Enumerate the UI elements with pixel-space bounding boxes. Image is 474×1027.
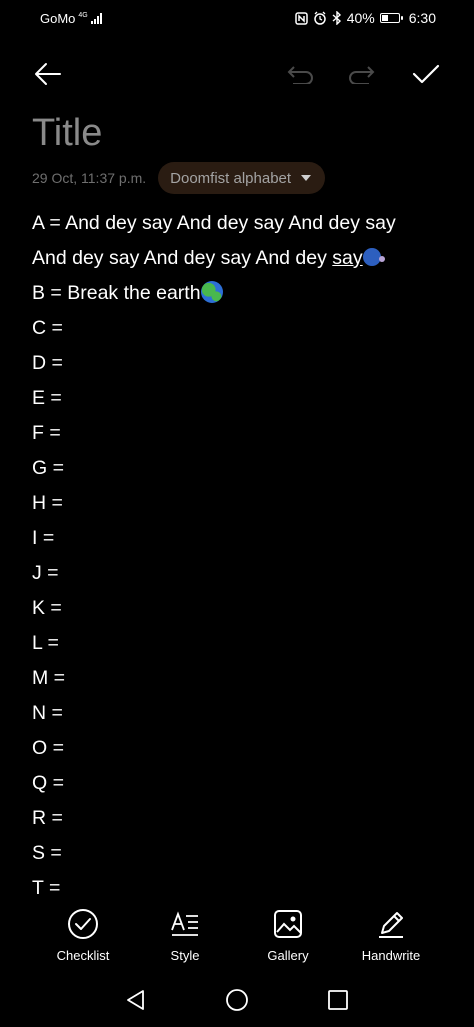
note-line-text: A = And dey say And dey say And dey say	[32, 212, 396, 234]
note-date: 29 Oct, 11:37 p.m.	[32, 170, 147, 186]
note-line-text: J =	[32, 562, 59, 584]
note-line-text: D =	[32, 352, 63, 374]
note-line: G =	[32, 451, 442, 486]
gallery-icon	[274, 910, 302, 938]
nav-back-icon	[127, 990, 144, 1010]
nav-recents-icon	[328, 990, 348, 1010]
note-line: Q =	[32, 766, 442, 801]
note-line: F =	[32, 416, 442, 451]
save-button[interactable]	[410, 58, 442, 90]
note-line-text: B = Break the earth	[32, 282, 201, 304]
note-line: L =	[32, 626, 442, 661]
network-type: 4G	[78, 12, 88, 19]
note-line: D =	[32, 346, 442, 381]
battery-percent: 40%	[346, 10, 375, 26]
note-line: T =	[32, 871, 442, 906]
note-line: R =	[32, 801, 442, 836]
note-line-text: K =	[32, 597, 62, 619]
note-line-text: G =	[32, 457, 64, 479]
nav-home-icon	[226, 989, 248, 1011]
note-line: And dey say And dey say And dey say	[32, 241, 442, 276]
note-line-text: L =	[32, 632, 59, 654]
note-meta: 29 Oct, 11:37 p.m. Doomfist alphabet	[32, 162, 326, 194]
arrow-left-icon	[35, 63, 61, 85]
note-line: B = Break the earth	[32, 276, 442, 311]
battery-icon	[379, 13, 403, 23]
speaking-head-emoji-icon	[362, 248, 385, 266]
status-bar: GoMo 4G 40% 6:30	[0, 0, 474, 36]
nav-home-button[interactable]	[225, 988, 249, 1012]
redo-icon	[349, 66, 375, 84]
checklist-icon	[68, 909, 98, 939]
note-line: K =	[32, 591, 442, 626]
note-line: M =	[32, 661, 442, 696]
note-line-text: I =	[32, 527, 55, 549]
dropdown-triangle-icon	[301, 175, 312, 181]
note-line: A = And dey say And dey say And dey say	[32, 206, 442, 241]
note-line-text: And dey say And dey say And dey	[32, 247, 333, 269]
bluetooth-icon	[332, 11, 341, 25]
note-line-underlined-word: say	[332, 247, 363, 269]
undo-icon	[287, 66, 313, 84]
gallery-button[interactable]: Gallery	[238, 904, 338, 963]
tool-label: Gallery	[267, 948, 309, 963]
redo-button[interactable]	[346, 58, 378, 90]
category-selector[interactable]: Doomfist alphabet	[158, 162, 326, 194]
note-line: I =	[32, 521, 442, 556]
note-line-text: M =	[32, 667, 66, 689]
text-style-icon	[171, 911, 198, 936]
note-line-text: H =	[32, 492, 63, 514]
editor-toolbar	[0, 52, 474, 92]
carrier-name: GoMo	[40, 11, 76, 26]
note-line-text: C =	[32, 317, 63, 339]
nfc-icon	[294, 11, 308, 25]
battery-fill	[381, 15, 388, 21]
note-title-input[interactable]: Title	[32, 112, 102, 155]
alarm-icon	[313, 11, 326, 25]
note-line: C =	[32, 311, 442, 346]
nav-recents-button[interactable]	[326, 988, 350, 1012]
note-line: J =	[32, 556, 442, 591]
tool-label: Handwrite	[361, 948, 421, 963]
note-line: E =	[32, 381, 442, 416]
note-line-text: E =	[32, 387, 62, 409]
bottom-toolbar: Checklist Style Gallery Handwrite	[0, 904, 474, 974]
back-button[interactable]	[32, 58, 64, 90]
carrier-info: GoMo 4G	[40, 11, 102, 26]
note-line: S =	[32, 836, 442, 871]
undo-button[interactable]	[284, 58, 316, 90]
note-line-text: T =	[32, 877, 61, 899]
note-line: O =	[32, 731, 442, 766]
checklist-button[interactable]: Checklist	[33, 904, 133, 963]
note-line: N =	[32, 696, 442, 731]
signal-icon	[90, 13, 102, 24]
status-icons: 40% 6:30	[294, 10, 436, 26]
note-line-text: F =	[32, 422, 61, 444]
tool-label: Checklist	[56, 948, 110, 963]
handwrite-button[interactable]: Handwrite	[341, 904, 441, 963]
pen-icon	[379, 912, 403, 938]
system-nav-bar	[0, 980, 474, 1020]
globe-emoji-icon	[200, 281, 223, 303]
clock: 6:30	[408, 10, 436, 26]
note-line-text: N =	[32, 702, 63, 724]
style-button[interactable]: Style	[135, 904, 235, 963]
note-line-text: O =	[32, 737, 64, 759]
note-body[interactable]: A = And dey say And dey say And dey say A…	[32, 206, 442, 906]
note-line-text: R =	[32, 807, 63, 829]
note-line-text: Q =	[32, 772, 64, 794]
note-line-text: S =	[32, 842, 62, 864]
tool-label: Style	[170, 948, 200, 963]
nav-back-button[interactable]	[124, 988, 148, 1012]
category-label: Doomfist alphabet	[170, 169, 292, 187]
check-icon	[412, 64, 440, 84]
note-line: H =	[32, 486, 442, 521]
